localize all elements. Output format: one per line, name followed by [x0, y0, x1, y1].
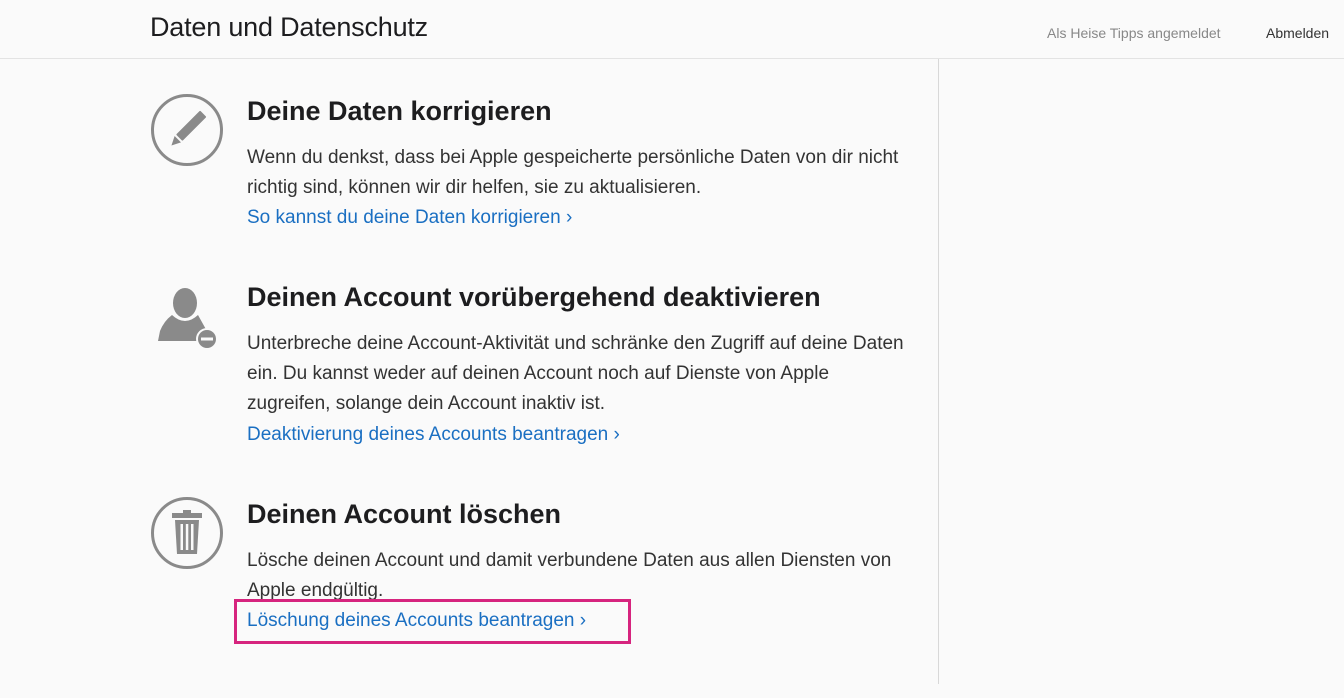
delete-account-link[interactable]: Löschung deines Accounts beantragen › — [247, 610, 586, 632]
section-body: Unterbreche deine Account-Aktivität und … — [247, 333, 904, 414]
section-heading: Deine Daten korrigieren — [247, 96, 552, 126]
section-correct-data: Deine Daten korrigieren Wenn du denkst, … — [150, 93, 910, 243]
section-heading: Deinen Account vorübergehend deaktiviere… — [247, 282, 821, 312]
signed-in-status: Als Heise Tipps angemeldet — [1047, 25, 1221, 41]
section-body: Wenn du denkst, dass bei Apple gespeiche… — [247, 147, 899, 198]
person-minus-icon — [150, 283, 224, 357]
section-delete-account: Deinen Account löschen Lösche deinen Acc… — [150, 496, 910, 646]
correct-data-link[interactable]: So kannst du deine Daten korrigieren › — [247, 207, 572, 229]
section-heading: Deinen Account löschen — [247, 499, 562, 529]
header-bar: Daten und Datenschutz Als Heise Tipps an… — [0, 0, 1344, 59]
section-deactivate-account: Deinen Account vorübergehend deaktiviere… — [150, 280, 910, 450]
section-body: Lösche deinen Account und damit verbunde… — [247, 550, 892, 601]
deactivate-account-link[interactable]: Deaktivierung deines Accounts beantragen… — [247, 424, 620, 446]
column-divider — [938, 59, 939, 684]
signout-link[interactable]: Abmelden — [1266, 25, 1329, 41]
pencil-icon — [150, 93, 224, 167]
page-title: Daten und Datenschutz — [150, 12, 428, 42]
trash-icon — [150, 496, 224, 570]
